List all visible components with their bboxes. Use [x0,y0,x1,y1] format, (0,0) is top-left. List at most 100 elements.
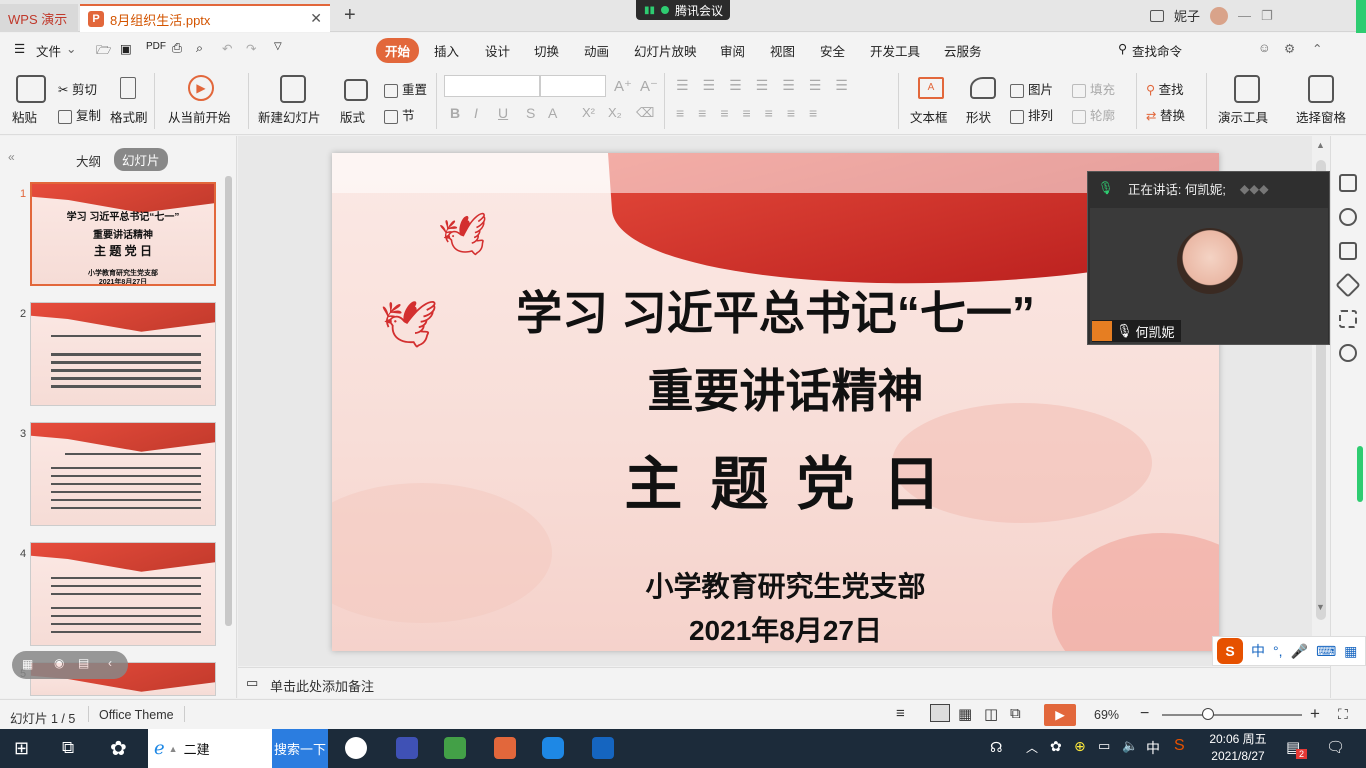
italic-icon[interactable]: I [474,105,478,121]
shape-button[interactable]: 形状 [966,107,991,126]
tab-security[interactable]: 安全 [820,41,845,60]
search-icon[interactable]: ⚲ [1118,41,1127,56]
textbox-button[interactable]: 文本框 [910,107,948,126]
ime-language[interactable]: 中 [1251,641,1265,661]
wps-writer-icon[interactable] [396,737,418,759]
customize-icon[interactable]: ▽ [274,41,282,52]
tab-slideshow[interactable]: 幻灯片放映 [634,41,697,60]
subscript-icon[interactable]: X₂ [608,105,622,120]
scroll-up-icon[interactable]: ▲ [1316,140,1325,150]
action-center-icon[interactable]: 🗨 [1326,738,1345,756]
feedback-icon[interactable]: ☺ [1258,41,1271,55]
wps-presentation-icon[interactable] [494,737,516,759]
phone-icon[interactable] [542,737,564,759]
font-grow-icon[interactable]: A⁺ [614,77,632,95]
participant-video[interactable]: 🎙 何凯妮 [1090,208,1328,344]
tab-slides[interactable]: 幻灯片 [114,148,168,171]
search-command[interactable]: 查找命令 [1132,41,1182,60]
underline-icon[interactable]: U [498,105,508,121]
zoom-slider-handle[interactable] [1202,708,1214,720]
sorter-view-icon[interactable]: ▦ [958,705,972,723]
print-icon[interactable]: ⎙ [172,41,182,56]
slide-heading[interactable]: 主 题 党 日 [332,437,1219,521]
settings-pane-icon[interactable] [1339,310,1357,328]
tab-devtools[interactable]: 开发工具 [870,41,920,60]
new-tab-icon[interactable]: + [344,4,356,27]
slide-thumbnail[interactable] [30,542,216,646]
fit-window-icon[interactable]: ⛶ [1338,706,1348,723]
animation-pane-icon[interactable] [1339,174,1357,192]
tab-view[interactable]: 视图 [770,41,795,60]
battery-icon[interactable]: ▭ [1098,738,1110,754]
chat-icon[interactable]: ▤ [78,656,89,670]
tab-transition[interactable]: 切换 [534,41,559,60]
grid-icon[interactable]: ▦ [22,657,33,671]
people-icon[interactable]: ☊ [990,739,1002,756]
reading-view-icon[interactable]: ◫ [984,705,998,723]
slide-organization[interactable]: 小学教育研究生党支部 [332,565,1219,605]
presenter-view-icon[interactable]: ⧉ [1010,705,1021,722]
clock[interactable]: 20:06 周五 2021/8/27 [1200,731,1276,765]
slide-date[interactable]: 2021年8月27日 [332,609,1219,649]
tab-document[interactable]: P 8月组织生活.pptx ✕ [80,4,330,32]
superscript-icon[interactable]: X² [582,105,595,120]
collapse-ribbon-icon[interactable]: ⌃ [1312,41,1322,56]
app-flower-icon[interactable]: ✿ [110,736,127,761]
history-icon[interactable] [1339,344,1357,362]
scroll-down-icon[interactable]: ▼ [1316,602,1325,612]
eraser-icon[interactable]: ⌫ [636,105,654,121]
font-color-icon[interactable]: A [548,105,557,121]
tray-plus-icon[interactable]: ⊕ [1074,738,1086,755]
task-view-icon[interactable]: ⧉ [62,738,74,758]
gear-icon[interactable]: ⚙ [1284,41,1295,56]
magic-icon[interactable] [1335,272,1361,298]
voice-icon[interactable]: 🎤 [1291,643,1308,660]
meeting-indicator[interactable]: ▮▮ 腾讯会议 [636,0,730,20]
tab-design[interactable]: 设计 [485,41,510,60]
user-avatar[interactable] [1210,6,1229,25]
paste-button[interactable]: 粘贴 [12,107,37,126]
zoom-in-icon[interactable]: + [1310,704,1320,724]
font-shrink-icon[interactable]: A⁻ [640,77,658,95]
picture-button[interactable]: 图片 [1010,79,1053,98]
zoom-level[interactable]: 69% [1094,708,1119,722]
close-tab-icon[interactable]: ✕ [310,10,322,27]
floating-toolbar[interactable]: ▦ ◉ ▤ ‹ [12,651,128,679]
chevron-left-icon[interactable]: ‹ [108,656,112,670]
keyboard-icon[interactable]: ⌨ [1316,643,1336,660]
redo-icon[interactable]: ↷ [246,41,256,56]
notes-placeholder[interactable]: 单击此处添加备注 [270,676,374,695]
tab-start[interactable]: 开始 [376,38,420,63]
collapse-panel-icon[interactable]: « [8,150,15,164]
tab-outline[interactable]: 大纲 [76,151,101,170]
fill-button[interactable]: 填充 [1072,79,1115,98]
file-menu[interactable]: 文件 [36,41,61,60]
cut-button[interactable]: ✂ 剪切 [58,79,97,98]
new-slide-button[interactable]: 新建幻灯片 [258,107,321,126]
meeting-window[interactable]: 🎙 正在讲话: 何凯妮; ◆◆◆ 🎙 何凯妮 [1087,171,1330,345]
meeting-app-icon[interactable] [592,737,614,759]
search-button[interactable]: 搜索一下 [272,729,328,768]
tencent-meeting-icon[interactable] [345,737,367,759]
open-icon[interactable]: 🗁 [96,41,112,62]
undo-icon[interactable]: ↶ [222,41,232,56]
tab-animation[interactable]: 动画 [584,41,609,60]
preview-icon[interactable]: ⌕ [196,41,203,56]
tab-wps-home[interactable]: WPS 演示 [0,4,78,32]
chevron-down-icon[interactable]: ⌄ [66,41,76,56]
arrange-button[interactable]: 排列 [1010,105,1053,124]
save-icon[interactable]: ▣ [120,41,132,56]
hamburger-icon[interactable]: ☰ [14,41,25,56]
tab-review[interactable]: 审阅 [720,41,745,60]
ime-toolbar[interactable]: S 中 °, 🎤 ⌨ ▦ [1212,636,1366,666]
font-size-select[interactable] [540,75,606,97]
slide-thumbnail[interactable] [30,422,216,526]
paste-icon[interactable] [16,75,46,103]
apps-icon[interactable]: ▦ [1344,643,1357,660]
pdf-icon[interactable]: PDF [146,41,166,52]
sogou-logo-icon[interactable]: S [1217,638,1243,664]
notes-toggle-icon[interactable]: ≡ [896,705,905,722]
presenter-tools-button[interactable]: 演示工具 [1218,107,1268,126]
format-painter-button[interactable]: 格式刷 [110,107,148,126]
template-icon[interactable] [1339,242,1357,260]
